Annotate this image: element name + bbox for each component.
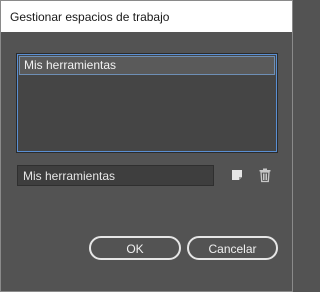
trash-icon[interactable] bbox=[257, 167, 273, 183]
list-item[interactable]: Mis herramientas bbox=[19, 56, 275, 75]
workspace-list[interactable]: Mis herramientas bbox=[16, 53, 278, 153]
new-workspace-icon[interactable] bbox=[229, 167, 245, 183]
manage-workspaces-dialog: Gestionar espacios de trabajo Mis herram… bbox=[0, 0, 293, 292]
ok-button[interactable]: OK bbox=[89, 236, 181, 260]
workspace-name-input[interactable] bbox=[17, 165, 214, 186]
cancel-button[interactable]: Cancelar bbox=[187, 236, 278, 260]
title-bar: Gestionar espacios de trabajo bbox=[1, 1, 292, 32]
dialog-title: Gestionar espacios de trabajo bbox=[10, 10, 170, 24]
